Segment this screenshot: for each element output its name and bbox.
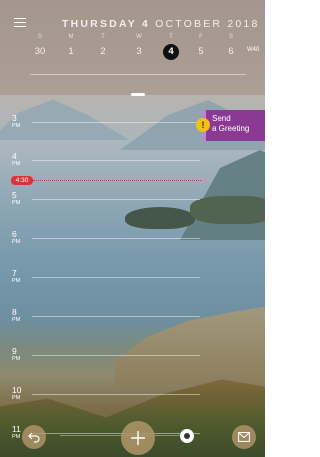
hour-label: 9 PM (12, 347, 20, 363)
hour-period: PM (12, 317, 21, 323)
hour-label: 3 PM (12, 114, 20, 130)
inbox-button[interactable] (232, 425, 256, 449)
day-number: 3 (136, 46, 142, 57)
mail-icon (238, 432, 250, 442)
hour-number: 9 (12, 346, 17, 356)
hour-label: 5 PM (12, 191, 20, 207)
event-title-line2: a Greeting (212, 124, 250, 133)
hour-period: PM (12, 200, 21, 206)
menu-icon[interactable] (14, 18, 26, 27)
day-name: S (228, 34, 233, 40)
day-number: 6 (228, 46, 234, 57)
hour-number: 8 (12, 307, 17, 317)
hour-number: 4 (12, 151, 17, 161)
event-send-greeting[interactable]: Send a Greeting (203, 110, 265, 141)
hour-line (32, 316, 200, 317)
hour-line (32, 238, 200, 239)
hour-number: 7 (12, 268, 17, 278)
day-name: T (169, 34, 173, 40)
background-town (115, 305, 265, 385)
day-tue[interactable]: T 2 (93, 33, 113, 60)
hour-number: 10 (12, 385, 22, 395)
add-event-button[interactable] (121, 421, 155, 455)
day-name: M (68, 34, 74, 40)
toggle-icon[interactable] (180, 429, 194, 443)
drag-handle[interactable] (131, 93, 145, 96)
background-mountain (180, 150, 265, 240)
day-name: F (199, 34, 203, 40)
mode-toggle-track (60, 435, 180, 436)
hour-line (32, 122, 200, 123)
hour-period: PM (12, 123, 21, 129)
hour-label: 11 PM (12, 425, 21, 441)
hour-period: PM (12, 434, 21, 440)
hour-line (32, 160, 200, 161)
day-mon[interactable]: M 1 (61, 33, 81, 60)
current-time-line (33, 180, 201, 181)
day-sun[interactable]: S 30 (30, 33, 50, 60)
day-name: T (101, 34, 105, 40)
hour-period: PM (12, 278, 21, 284)
hour-line (32, 199, 200, 200)
hour-period: PM (12, 356, 21, 362)
calendar-day-screen: THURSDAY 4 OCTOBER 2018 S 30 M 1 T 2 W 3… (0, 0, 265, 457)
date-weekday-day: THURSDAY 4 (62, 18, 150, 30)
hour-line (32, 433, 200, 434)
plus-icon (131, 431, 145, 445)
event-title-line1: Send (212, 114, 231, 123)
day-name: W (136, 34, 142, 40)
current-time-badge: 4:30 (11, 176, 33, 185)
hour-period: PM (12, 395, 21, 401)
day-wed[interactable]: W 3 (129, 33, 149, 60)
hour-label: 10 PM (12, 386, 21, 402)
hour-period: PM (12, 239, 21, 245)
hour-number: 5 (12, 190, 17, 200)
week-number: W40 (247, 47, 260, 53)
event-title: Send a Greeting (212, 114, 249, 134)
day-number: 5 (198, 46, 204, 57)
day-thu-selected[interactable]: T 4 (161, 33, 181, 60)
hour-number: 3 (12, 113, 17, 123)
day-number: 2 (100, 46, 106, 57)
undo-button[interactable] (22, 425, 46, 449)
alert-icon[interactable]: ! (196, 118, 210, 132)
background-island (190, 196, 265, 224)
hour-label: 6 PM (12, 230, 20, 246)
hour-number: 6 (12, 229, 17, 239)
background-island (125, 207, 195, 229)
hour-line (32, 355, 200, 356)
day-sat[interactable]: S 6 (221, 33, 241, 60)
week-header: THURSDAY 4 OCTOBER 2018 S 30 M 1 T 2 W 3… (0, 0, 265, 95)
day-number: 1 (68, 46, 74, 57)
hour-label: 4 PM (12, 152, 20, 168)
day-name: S (37, 34, 42, 40)
day-number: 30 (34, 46, 46, 57)
undo-icon (28, 432, 40, 443)
hour-line (32, 394, 200, 395)
day-fri[interactable]: F 5 (191, 33, 211, 60)
hour-line (32, 277, 200, 278)
hour-number: 11 (12, 424, 21, 434)
date-title[interactable]: THURSDAY 4 OCTOBER 2018 (62, 18, 260, 30)
hour-label: 7 PM (12, 269, 20, 285)
date-month-year: OCTOBER 2018 (155, 18, 260, 30)
hour-label: 8 PM (12, 308, 20, 324)
day-number: 4 (163, 44, 179, 60)
hour-period: PM (12, 161, 21, 167)
header-divider (30, 74, 246, 75)
